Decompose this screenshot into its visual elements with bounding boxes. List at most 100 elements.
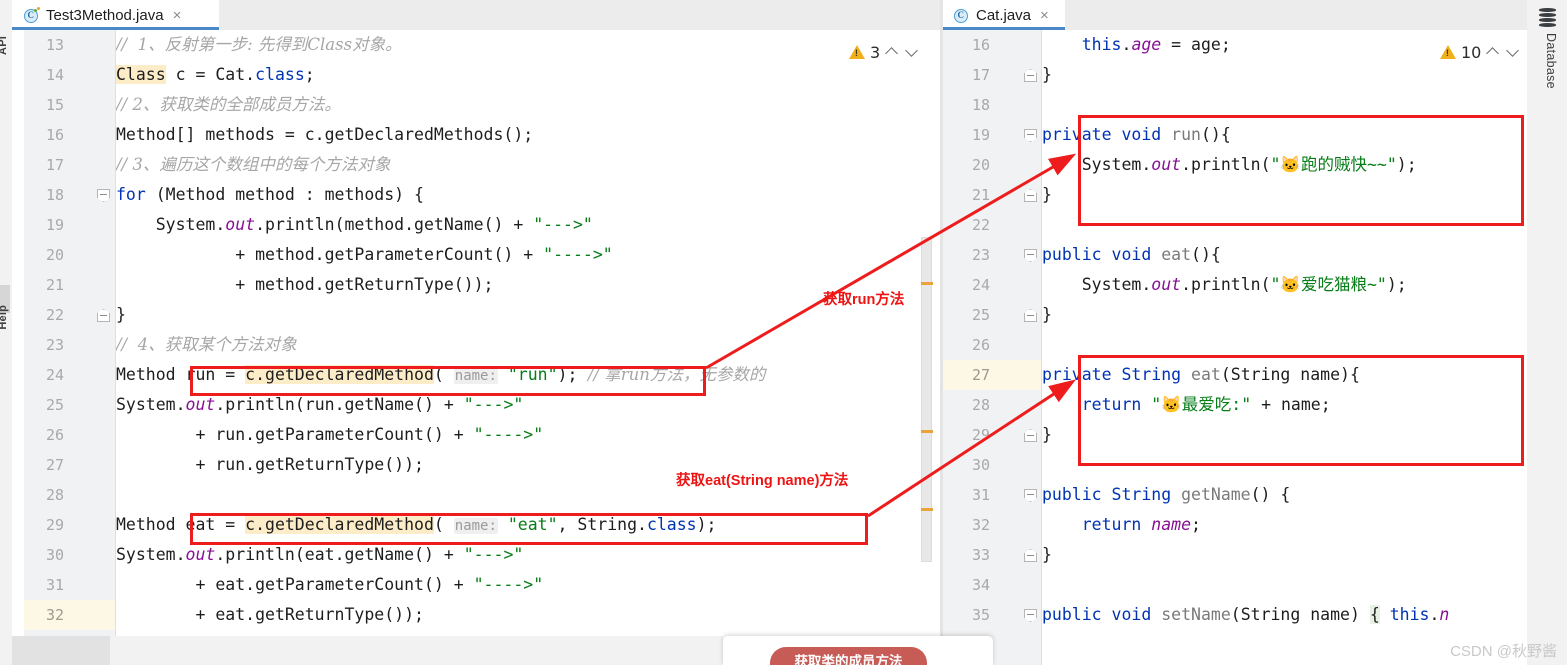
code-line[interactable] bbox=[1042, 90, 1482, 120]
close-icon[interactable]: × bbox=[1038, 8, 1049, 23]
code-token: public String bbox=[1042, 485, 1182, 504]
code-line[interactable]: for (Method method : methods) { bbox=[116, 180, 910, 210]
code-fold-toggle[interactable] bbox=[1024, 489, 1037, 502]
tab-cat-java[interactable]: C Cat.java × bbox=[942, 0, 1065, 30]
code-line[interactable]: } bbox=[1042, 180, 1482, 210]
code-line[interactable] bbox=[1042, 330, 1482, 360]
code-line[interactable]: } bbox=[1042, 300, 1482, 330]
code-token: (Method method : methods) { bbox=[145, 185, 424, 204]
code-token: private String bbox=[1042, 365, 1192, 384]
code-fold-toggle[interactable] bbox=[1024, 69, 1037, 82]
code-token: "run" bbox=[507, 365, 558, 384]
left-scrollbar-thumb[interactable] bbox=[921, 237, 932, 562]
code-line[interactable]: private void run(){ bbox=[1042, 120, 1482, 150]
code-line[interactable]: System.out.println("🐱跑的贼快~~"); bbox=[1042, 150, 1482, 180]
chevron-down-icon[interactable] bbox=[905, 45, 920, 60]
code-line[interactable]: this.age = age; bbox=[1042, 30, 1482, 60]
code-token: eat bbox=[1191, 365, 1221, 384]
code-line[interactable] bbox=[1042, 210, 1482, 240]
code-line[interactable]: System.out.println(method.getName() + "-… bbox=[116, 210, 910, 240]
line-number: 22 bbox=[971, 216, 990, 234]
code-line[interactable]: + run.getParameterCount() + "---->" bbox=[116, 420, 910, 450]
code-fold-toggle[interactable] bbox=[1024, 549, 1037, 562]
code-line[interactable] bbox=[1042, 450, 1482, 480]
code-line[interactable]: return name; bbox=[1042, 510, 1482, 540]
code-line[interactable]: public void setName(String name) { this.… bbox=[1042, 600, 1482, 630]
left-gutter[interactable]: 13 14 15 16 17 18 19 20 21 22 23 24 25 26 27 28 29 30 31 32… bbox=[24, 30, 116, 665]
bottom-strip-left bbox=[0, 636, 110, 665]
code-line[interactable]: } bbox=[1042, 540, 1482, 570]
line-number: 24 bbox=[971, 276, 990, 294]
code-line[interactable]: Method[] methods = c.getDeclaredMethods(… bbox=[116, 120, 910, 150]
line-number: 32 bbox=[24, 600, 116, 630]
code-line[interactable]: System.out.println(run.getName() + "--->… bbox=[116, 390, 910, 420]
code-line[interactable]: Method eat = c.getDeclaredMethod( name: … bbox=[116, 510, 910, 540]
code-fold-toggle[interactable] bbox=[1024, 249, 1037, 262]
chevron-up-icon[interactable] bbox=[1486, 45, 1501, 60]
annotation-label-eat: 获取eat(String name)方法 bbox=[676, 473, 849, 489]
left-code-area[interactable]: // 1、反射第一步: 先得到Class对象。 Class c = Cat.cla… bbox=[116, 30, 910, 665]
code-line[interactable] bbox=[1042, 570, 1482, 600]
left-inspection-widget[interactable]: 3 bbox=[845, 39, 925, 65]
code-token: "🐱最爱吃:" bbox=[1151, 395, 1252, 414]
code-line[interactable]: Method run = c.getDeclaredMethod( name: … bbox=[116, 360, 910, 390]
left-editor-pane: C Test3Method.java × 13 14 15 16 17 18 19 20 21 2… bbox=[12, 0, 942, 665]
right-code-area[interactable]: this.age = age;} private void run(){ Syst… bbox=[1042, 30, 1482, 665]
code-line[interactable]: Class c = Cat.class; bbox=[116, 60, 910, 90]
line-number: 20 bbox=[45, 246, 64, 264]
bottom-popup[interactable]: 获取类的成员方法 bbox=[723, 636, 993, 665]
code-line[interactable]: System.out.println(eat.getName() + "--->… bbox=[116, 540, 910, 570]
code-line[interactable]: // 4、获取某个方法对象 bbox=[116, 330, 910, 360]
code-fold-toggle[interactable] bbox=[97, 309, 110, 322]
warning-marker bbox=[921, 508, 933, 511]
code-line[interactable]: // 2、获取类的全部成员方法。 bbox=[116, 90, 910, 120]
code-token: "eat" bbox=[507, 515, 558, 534]
code-line[interactable]: // 1、反射第一步: 先得到Class对象。 bbox=[116, 30, 910, 60]
code-token: Method eat = bbox=[116, 515, 246, 534]
code-line[interactable]: public String getName() { bbox=[1042, 480, 1482, 510]
right-inspection-widget[interactable]: 10 bbox=[1436, 39, 1526, 65]
popup-button[interactable]: 获取类的成员方法 bbox=[770, 647, 927, 665]
line-number: 17 bbox=[45, 156, 64, 174]
code-line[interactable]: private String eat(String name){ bbox=[1042, 360, 1482, 390]
code-line[interactable]: public void eat(){ bbox=[1042, 240, 1482, 270]
right-gutter[interactable]: 1617181920212223242526272829303132333435… bbox=[942, 30, 1042, 665]
code-token: ; bbox=[304, 65, 315, 84]
code-line[interactable]: + method.getReturnType()); bbox=[116, 270, 910, 300]
code-token: "---->" bbox=[473, 425, 544, 444]
tab-test3method-java[interactable]: C Test3Method.java × bbox=[12, 0, 219, 30]
code-token: ( bbox=[433, 365, 454, 384]
code-token: + eat.getParameterCount() + bbox=[116, 575, 474, 594]
code-line[interactable]: // 3、遍历这个数组中的每个方法对象 bbox=[116, 150, 910, 180]
code-line[interactable]: return "🐱最爱吃:" + name; bbox=[1042, 390, 1482, 420]
code-fold-toggle[interactable] bbox=[97, 189, 110, 202]
chevron-up-icon[interactable] bbox=[885, 45, 900, 60]
code-line[interactable]: } bbox=[1042, 420, 1482, 450]
code-line[interactable]: System.out.println("🐱爱吃猫粮~"); bbox=[1042, 270, 1482, 300]
code-fold-toggle[interactable] bbox=[1024, 129, 1037, 142]
code-line[interactable]: } bbox=[116, 300, 910, 330]
left-stripe-label-help[interactable]: Help bbox=[0, 305, 9, 330]
code-token: private void bbox=[1042, 125, 1172, 144]
code-token: .println( bbox=[1181, 155, 1271, 174]
editor-split-divider[interactable] bbox=[940, 0, 943, 665]
code-line[interactable]: + eat.getReturnType()); bbox=[116, 600, 910, 630]
chevron-down-icon[interactable] bbox=[1506, 45, 1521, 60]
code-token: Class bbox=[116, 65, 166, 84]
code-line[interactable]: } bbox=[1042, 60, 1482, 90]
code-token: out bbox=[1151, 275, 1182, 294]
code-fold-toggle[interactable] bbox=[1024, 189, 1037, 202]
left-stripe-label-api[interactable]: API bbox=[0, 36, 9, 55]
warning-triangle-icon bbox=[1440, 45, 1456, 59]
database-toolwindow-button[interactable]: Database bbox=[1544, 33, 1558, 89]
code-fold-toggle[interactable] bbox=[1024, 609, 1037, 622]
code-line[interactable]: + method.getParameterCount() + "---->" bbox=[116, 240, 910, 270]
code-fold-toggle[interactable] bbox=[1024, 429, 1037, 442]
code-token: ); bbox=[696, 515, 717, 534]
close-icon[interactable]: × bbox=[171, 8, 182, 23]
code-fold-toggle[interactable] bbox=[1024, 309, 1037, 322]
code-line[interactable]: + eat.getParameterCount() + "---->" bbox=[116, 570, 910, 600]
left-marker-bar[interactable] bbox=[920, 30, 934, 665]
